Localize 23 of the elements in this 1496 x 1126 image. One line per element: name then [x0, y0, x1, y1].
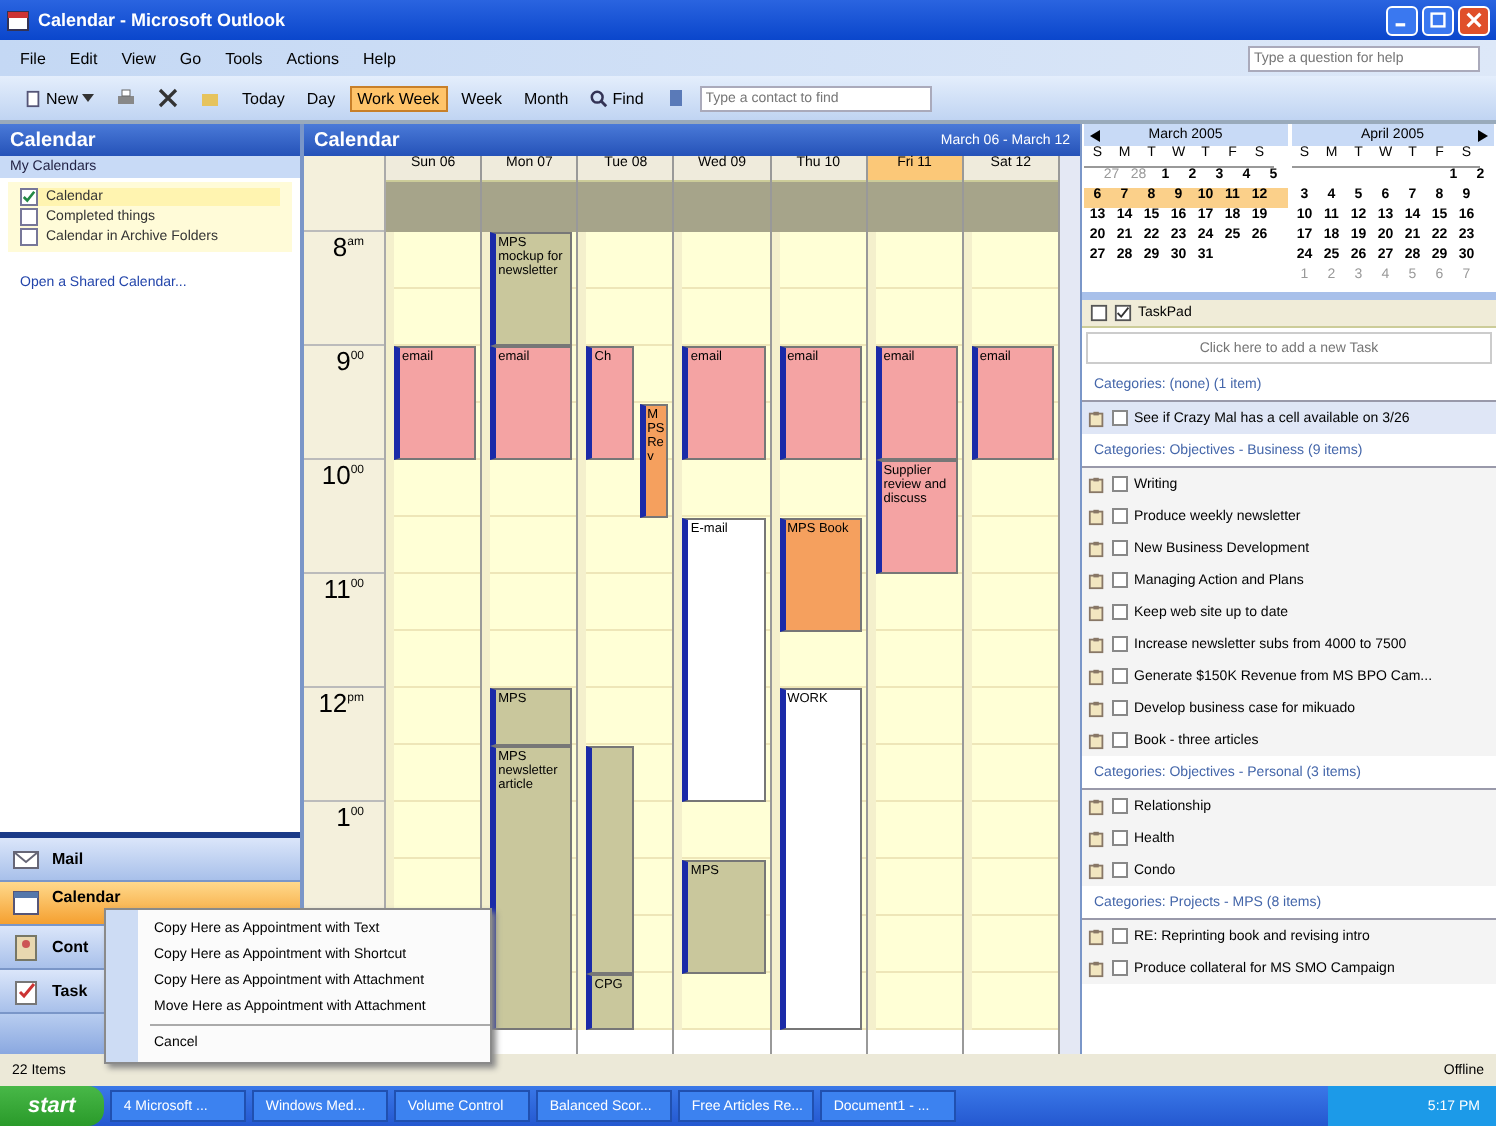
pane-title: Calendar — [0, 124, 300, 156]
view-button[interactable]: Week — [453, 85, 510, 111]
window-title: Calendar - Microsoft Outlook — [38, 10, 286, 30]
menu-item[interactable]: Tools — [225, 49, 263, 67]
today-button[interactable]: Today — [234, 85, 293, 111]
view-button[interactable]: Work Week — [349, 85, 448, 111]
menu-item[interactable]: Help — [362, 49, 396, 67]
view-button[interactable]: Month — [515, 85, 577, 111]
menu-item[interactable]: Edit — [69, 49, 98, 67]
find-button[interactable]: Find — [582, 85, 652, 111]
pane-title: Calendar — [314, 129, 400, 151]
view-button[interactable]: Day — [298, 85, 344, 111]
time-label: 10$^{00}$ — [304, 458, 384, 572]
menu-item[interactable]: File — [20, 49, 46, 67]
time-label: 12$^{pm}$ — [304, 686, 384, 800]
time-label: 8$^{am}$ — [304, 230, 384, 344]
new-button[interactable]: New — [16, 85, 103, 111]
time-label: 11$^{00}$ — [304, 572, 384, 686]
menu-item[interactable]: Actions — [286, 49, 339, 67]
nav-button[interactable]: Mail — [0, 838, 300, 882]
menu-item[interactable]: View — [121, 49, 156, 67]
time-label: 9$^{00}$ — [304, 344, 384, 458]
menu-item[interactable]: Go — [179, 49, 202, 67]
